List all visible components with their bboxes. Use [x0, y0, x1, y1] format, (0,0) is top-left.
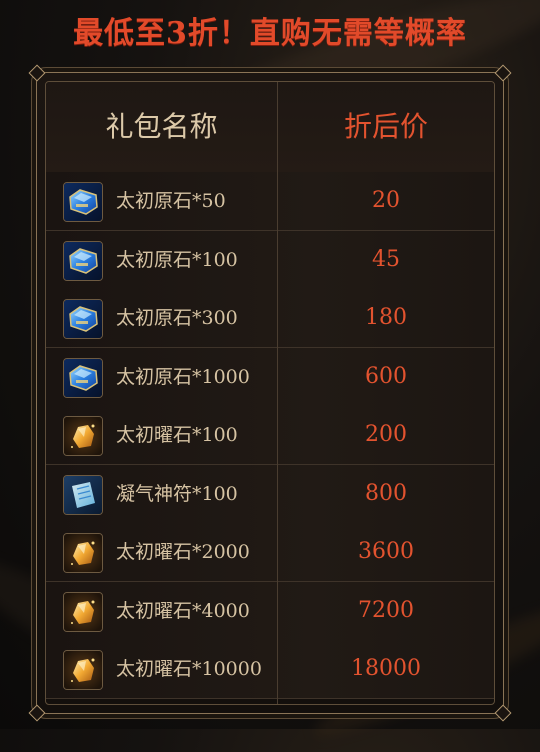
talisman-scroll-icon: [63, 474, 103, 515]
table-row[interactable]: 太初曜石*2000 3600: [46, 523, 494, 582]
gold-ore-icon: [63, 650, 103, 690]
discount-price: 20: [372, 188, 400, 213]
discount-price: 18000: [351, 656, 421, 681]
gift-pack-price-table: 礼包名称 折后价 太初原石*50 20 太初原石*100 45 太初原石*300 180 太…: [28, 64, 512, 722]
table-row[interactable]: 太初原石*300 180: [46, 289, 494, 348]
discount-price: 600: [365, 363, 407, 389]
table-row[interactable]: 太初原石*1000 600: [46, 347, 494, 407]
promo-headline: 最低至3折！直购无需等概率: [73, 16, 467, 51]
discount-price: 45: [372, 246, 400, 272]
discount-price: 800: [365, 480, 407, 506]
frame-corner-ornament: [28, 704, 46, 722]
item-name: 太初原石*300: [116, 307, 238, 329]
item-name: 太初原石*50: [116, 190, 226, 212]
discount-price: 180: [365, 305, 407, 330]
frame-corner-ornament: [494, 704, 512, 722]
frame-corner-ornament: [494, 64, 512, 82]
item-name: 太初曜石*2000: [116, 541, 250, 563]
item-name: 凝气神符*100: [116, 482, 238, 505]
discount-price: 3600: [358, 539, 414, 564]
blue-gem-icon: [63, 182, 103, 222]
discount-price: 200: [365, 422, 407, 447]
item-name: 太初曜石*10000: [116, 658, 262, 680]
frame-corner-ornament: [28, 64, 46, 82]
table-row[interactable]: 太初曜石*10000 18000: [46, 640, 494, 699]
gold-ore-icon: [63, 416, 103, 456]
item-name: 太初曜石*4000: [116, 599, 250, 622]
table-inner: 礼包名称 折后价 太初原石*50 20 太初原石*100 45 太初原石*300 180 太…: [45, 81, 495, 705]
blue-gem-icon: [63, 357, 103, 398]
blue-gem-icon: [63, 299, 103, 339]
item-name: 太初曜石*100: [116, 424, 238, 446]
column-divider: [277, 82, 278, 704]
table-row[interactable]: 太初原石*100 45: [46, 230, 494, 290]
discount-price: 7200: [358, 597, 414, 623]
column-header-name: 礼包名称: [105, 110, 218, 143]
blue-gem-icon: [63, 240, 103, 281]
gold-ore-icon: [63, 591, 103, 632]
item-name: 太初原石*1000: [116, 365, 250, 388]
table-row[interactable]: 太初曜石*4000 7200: [46, 581, 494, 641]
gold-ore-icon: [63, 533, 103, 573]
table-row[interactable]: 凝气神符*100 800: [46, 464, 494, 524]
table-row[interactable]: 太初原石*50 20: [46, 172, 494, 231]
column-header-price: 折后价: [343, 110, 428, 143]
table-header: 礼包名称 折后价: [46, 82, 494, 173]
table-row[interactable]: 太初曜石*100 200: [46, 406, 494, 465]
item-name: 太初原石*100: [116, 248, 238, 271]
